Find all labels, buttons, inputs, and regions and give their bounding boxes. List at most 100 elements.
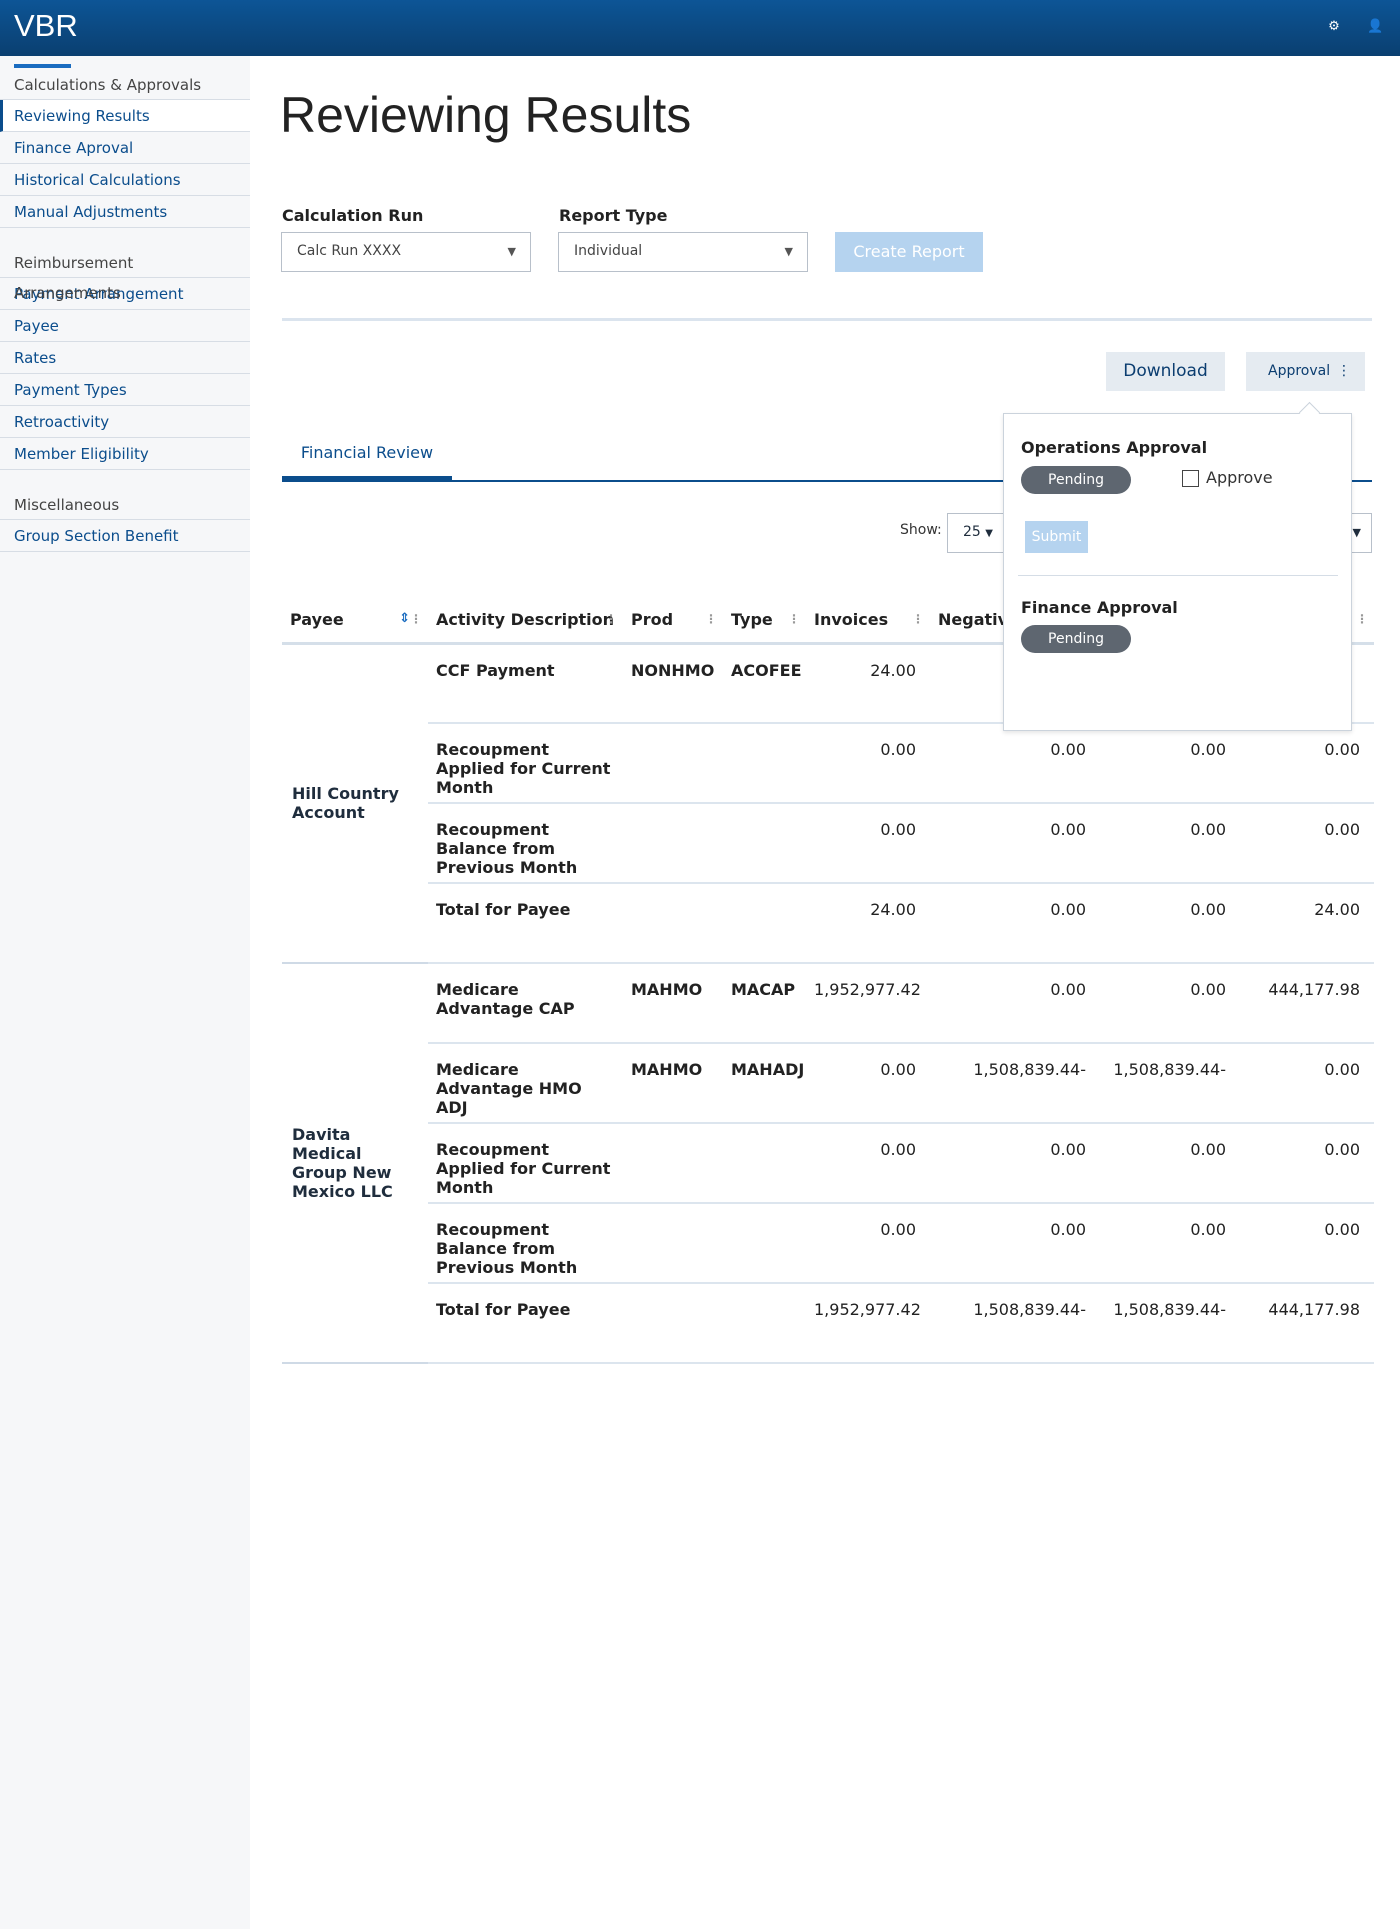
column-header[interactable]: Invoices ⋮: [806, 598, 930, 645]
table-row: Davita Medical Group New Mexico LLC Medic…: [282, 963, 1374, 1364]
table-row: Recoupment Applied for Current Month 0.00…: [282, 1123, 1374, 1204]
finance-status-badge: Pending: [1021, 625, 1131, 653]
show-label: Show:: [900, 522, 942, 538]
table-cell: CCF Payment: [428, 643, 623, 724]
column-menu-icon[interactable]: ⋮: [705, 612, 717, 626]
table-cell: 0.00: [806, 1123, 930, 1204]
sidebar: Calculations & Approvals Reviewing Result…: [0, 56, 250, 1929]
sidebar-section-title: Calculations & Approvals: [0, 64, 250, 100]
table-cell: [723, 883, 806, 964]
table-cell: [723, 723, 806, 804]
column-menu-icon[interactable]: ⋮: [410, 612, 422, 626]
table-cell: 0.00: [1100, 1123, 1240, 1204]
table-cell: [623, 1123, 723, 1204]
table-cell: Medicare Advantage CAP: [428, 963, 623, 1044]
table-cell: 0.00: [930, 883, 1100, 964]
table-cell: 0.00: [1240, 723, 1374, 804]
column-header-label: Activity Description: [436, 610, 615, 630]
table-cell: 0.00: [930, 963, 1100, 1044]
payee-cell: Davita Medical Group New Mexico LLC: [282, 963, 428, 1364]
table-cell: 0.00: [1240, 1043, 1374, 1124]
column-header-label: Invoices: [814, 610, 889, 630]
page-size-value: 25: [963, 524, 981, 540]
table-row: Recoupment Balance from Previous Month 0.…: [282, 803, 1374, 884]
column-header[interactable]: Prod ⋮: [623, 598, 723, 645]
approval-label: Approval: [1268, 363, 1331, 379]
table-cell: MAHMO: [623, 963, 723, 1044]
table-cell: 0.00: [1100, 723, 1240, 804]
table-cell: 0.00: [1240, 803, 1374, 884]
table-row: Total for Payee 1,952,977.42 1,508,839.44-…: [282, 1283, 1374, 1364]
more-vertical-icon: ⋮: [1337, 363, 1351, 379]
sidebar-item-finance-aproval[interactable]: Finance Aproval: [0, 132, 250, 164]
create-report-button[interactable]: Create Report: [835, 232, 983, 272]
report-type-value: Individual: [574, 243, 643, 259]
column-menu-icon[interactable]: ⋮: [605, 612, 617, 626]
sidebar-item-payee[interactable]: Payee: [0, 310, 250, 342]
calc-run-label: Calculation Run: [282, 206, 424, 225]
table-cell: 0.00: [1240, 1203, 1374, 1284]
table-cell: [723, 803, 806, 884]
report-type-select[interactable]: Individual ▼: [558, 232, 808, 272]
operations-approval-title: Operations Approval: [1021, 438, 1208, 457]
table-cell: [623, 883, 723, 964]
table-cell: 1,508,839.44-: [930, 1043, 1100, 1124]
sidebar-item-member-eligibility[interactable]: Member Eligibility: [0, 438, 250, 470]
table-cell: 0.00: [1240, 1123, 1374, 1204]
approve-label[interactable]: Approve: [1206, 468, 1273, 487]
calc-run-value: Calc Run XXXX: [297, 243, 402, 259]
download-button[interactable]: Download: [1106, 352, 1225, 391]
table-cell: Recoupment Applied for Current Month: [428, 1123, 623, 1204]
sidebar-item-group-section-benefit[interactable]: Group Section Benefit: [0, 520, 250, 552]
divider: [282, 318, 1372, 321]
table-row: Recoupment Balance from Previous Month 0.…: [282, 1203, 1374, 1284]
table-cell: Recoupment Balance from Previous Month: [428, 1203, 623, 1284]
table-cell: 0.00: [930, 1203, 1100, 1284]
table-cell: Recoupment Balance from Previous Month: [428, 803, 623, 884]
column-menu-icon[interactable]: ⋮: [1356, 612, 1368, 626]
column-menu-icon[interactable]: ⋮: [912, 612, 924, 626]
sidebar-item-payment-types[interactable]: Payment Types: [0, 374, 250, 406]
table-cell: 0.00: [930, 803, 1100, 884]
sidebar-section-title: Reimbursement Arrangements: [0, 248, 250, 302]
column-header-label: Prod: [631, 610, 674, 630]
table-cell: MACAP: [723, 963, 806, 1044]
table-row: Medicare Advantage HMO ADJ MAHMO MAHADJ 0.0…: [282, 1043, 1374, 1124]
column-header-label: Type: [731, 610, 773, 630]
table-cell: MAHMO: [623, 1043, 723, 1124]
submit-button[interactable]: Submit: [1025, 521, 1088, 553]
table-cell: [623, 1283, 723, 1364]
operations-status-badge: Pending: [1021, 466, 1131, 494]
table-cell: NONHMO: [623, 643, 723, 724]
column-header[interactable]: Activity Description ⋮: [428, 598, 623, 645]
table-cell: 0.00: [1100, 963, 1240, 1044]
sidebar-item-manual-adjustments[interactable]: Manual Adjustments: [0, 196, 250, 228]
sort-icon[interactable]: ⇕: [399, 611, 410, 626]
column-header[interactable]: Payee ⇕ ⋮: [282, 598, 428, 645]
column-header[interactable]: Type ⋮: [723, 598, 806, 645]
table-cell: 444,177.98: [1240, 963, 1374, 1044]
sidebar-item-historical-calculations[interactable]: Historical Calculations: [0, 164, 250, 196]
table-cell: 0.00: [806, 723, 930, 804]
user-icon[interactable]: 👤: [1367, 20, 1383, 34]
sidebar-item-reviewing-results[interactable]: Reviewing Results: [0, 100, 250, 132]
caret-down-icon: ▼: [1352, 526, 1361, 539]
caret-down-icon: ▼: [784, 245, 793, 258]
sidebar-item-retroactivity[interactable]: Retroactivity: [0, 406, 250, 438]
settings-icon[interactable]: ⚙: [1327, 20, 1341, 34]
table-cell: Total for Payee: [428, 883, 623, 964]
sidebar-item-rates[interactable]: Rates: [0, 342, 250, 374]
column-menu-icon[interactable]: ⋮: [788, 612, 800, 626]
table-cell: [723, 1123, 806, 1204]
table-cell: 1,952,977.42: [806, 963, 930, 1044]
calc-run-select[interactable]: Calc Run XXXX ▼: [281, 232, 531, 272]
top-bar: VBR ⚙ 👤: [0, 0, 1400, 56]
table-cell: [723, 1203, 806, 1284]
report-type-label: Report Type: [559, 206, 668, 225]
table-cell: 0.00: [1100, 803, 1240, 884]
payee-cell: Hill Country Account: [282, 643, 428, 964]
tab-financial-review[interactable]: Financial Review: [282, 443, 452, 481]
approval-button[interactable]: Approval ⋮: [1246, 352, 1365, 391]
table-cell: 0.00: [806, 1203, 930, 1284]
approve-checkbox[interactable]: [1182, 470, 1199, 487]
